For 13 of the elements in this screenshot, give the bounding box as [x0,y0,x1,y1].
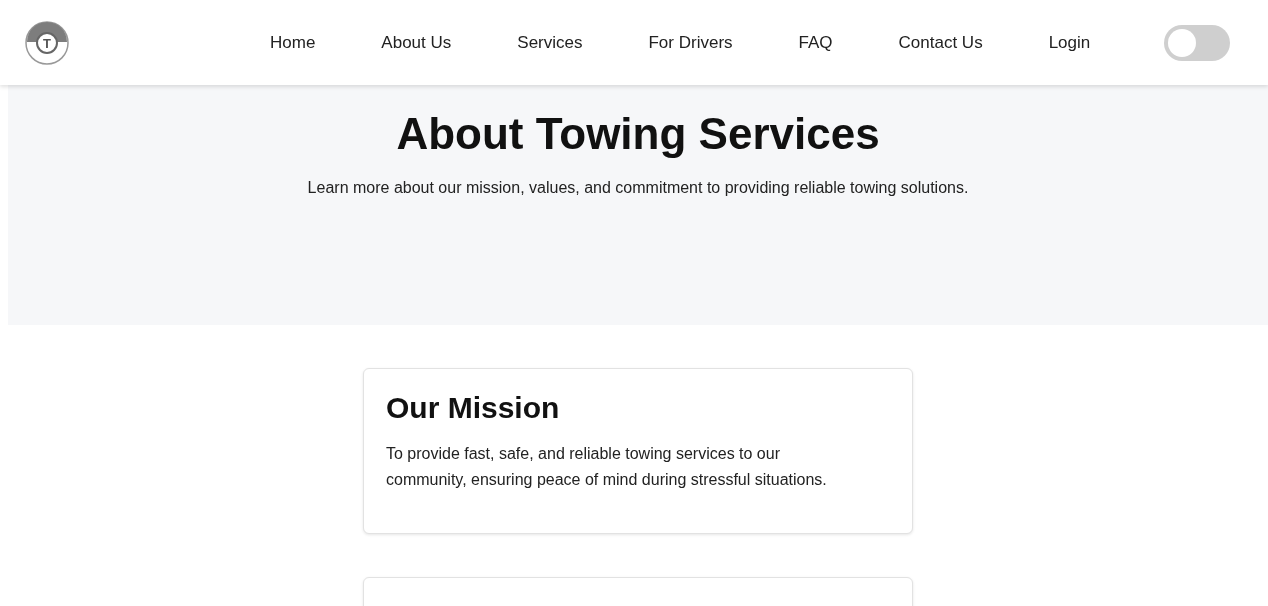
page-subtitle: Learn more about our mission, values, and commitment to providing reliable towing solutions. [307,179,969,197]
nav-link[interactable]: FAQ [798,24,833,61]
card-text: To provide fast, safe, and reliable towing services to our community, ensuring peace of mind during stressful situations. [386,444,828,490]
nav-link[interactable]: About Us [381,24,452,61]
nav-link[interactable]: Login [1048,24,1091,61]
nav-link[interactable]: For Drivers [648,24,733,61]
nav-link[interactable]: Home [270,24,316,61]
nav-link[interactable]: Services [517,24,583,61]
logo-icon[interactable]: T [24,19,70,66]
theme-toggle[interactable] [1164,24,1230,61]
nav-link[interactable]: Contact Us [898,24,983,61]
card-title: Our Mission [386,391,561,425]
page-title: About Towing Services [396,109,880,159]
